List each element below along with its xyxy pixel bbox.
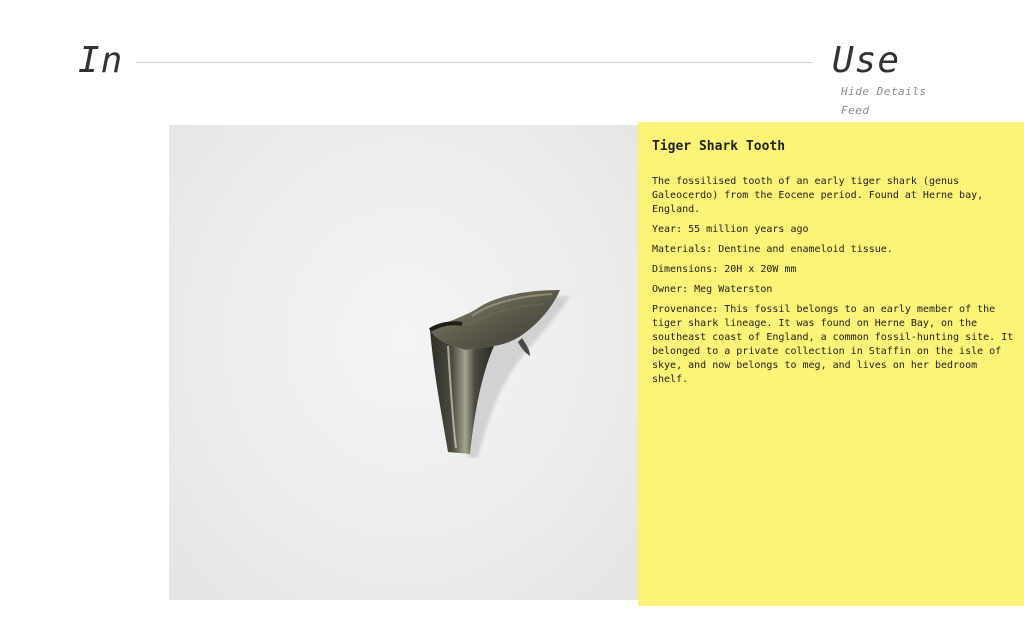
item-owner: Owner: Meg Waterston	[652, 284, 773, 295]
site-logo-left[interactable]: In	[78, 40, 123, 81]
site-logo-right[interactable]: Use	[832, 40, 900, 81]
item-nav: Hide Details Feed	[841, 84, 926, 118]
header-divider	[136, 62, 812, 63]
item-details-panel: Tiger Shark Tooth The fossilised tooth o…	[638, 122, 1024, 606]
item-dimensions: Dimensions: 20H x 20W mm	[652, 264, 797, 275]
item-provenance: Provenance: This fossil belongs to an ea…	[652, 304, 1014, 385]
item-year: Year: 55 million years ago	[652, 224, 809, 235]
item-title: Tiger Shark Tooth	[652, 139, 786, 154]
item-description: The fossilised tooth of an early tiger s…	[652, 176, 984, 215]
feed-link[interactable]: Feed	[841, 103, 926, 118]
hide-details-link[interactable]: Hide Details	[841, 84, 926, 99]
item-materials: Materials: Dentine and enameloid tissue.	[652, 244, 893, 255]
shark-tooth-image	[428, 290, 570, 458]
